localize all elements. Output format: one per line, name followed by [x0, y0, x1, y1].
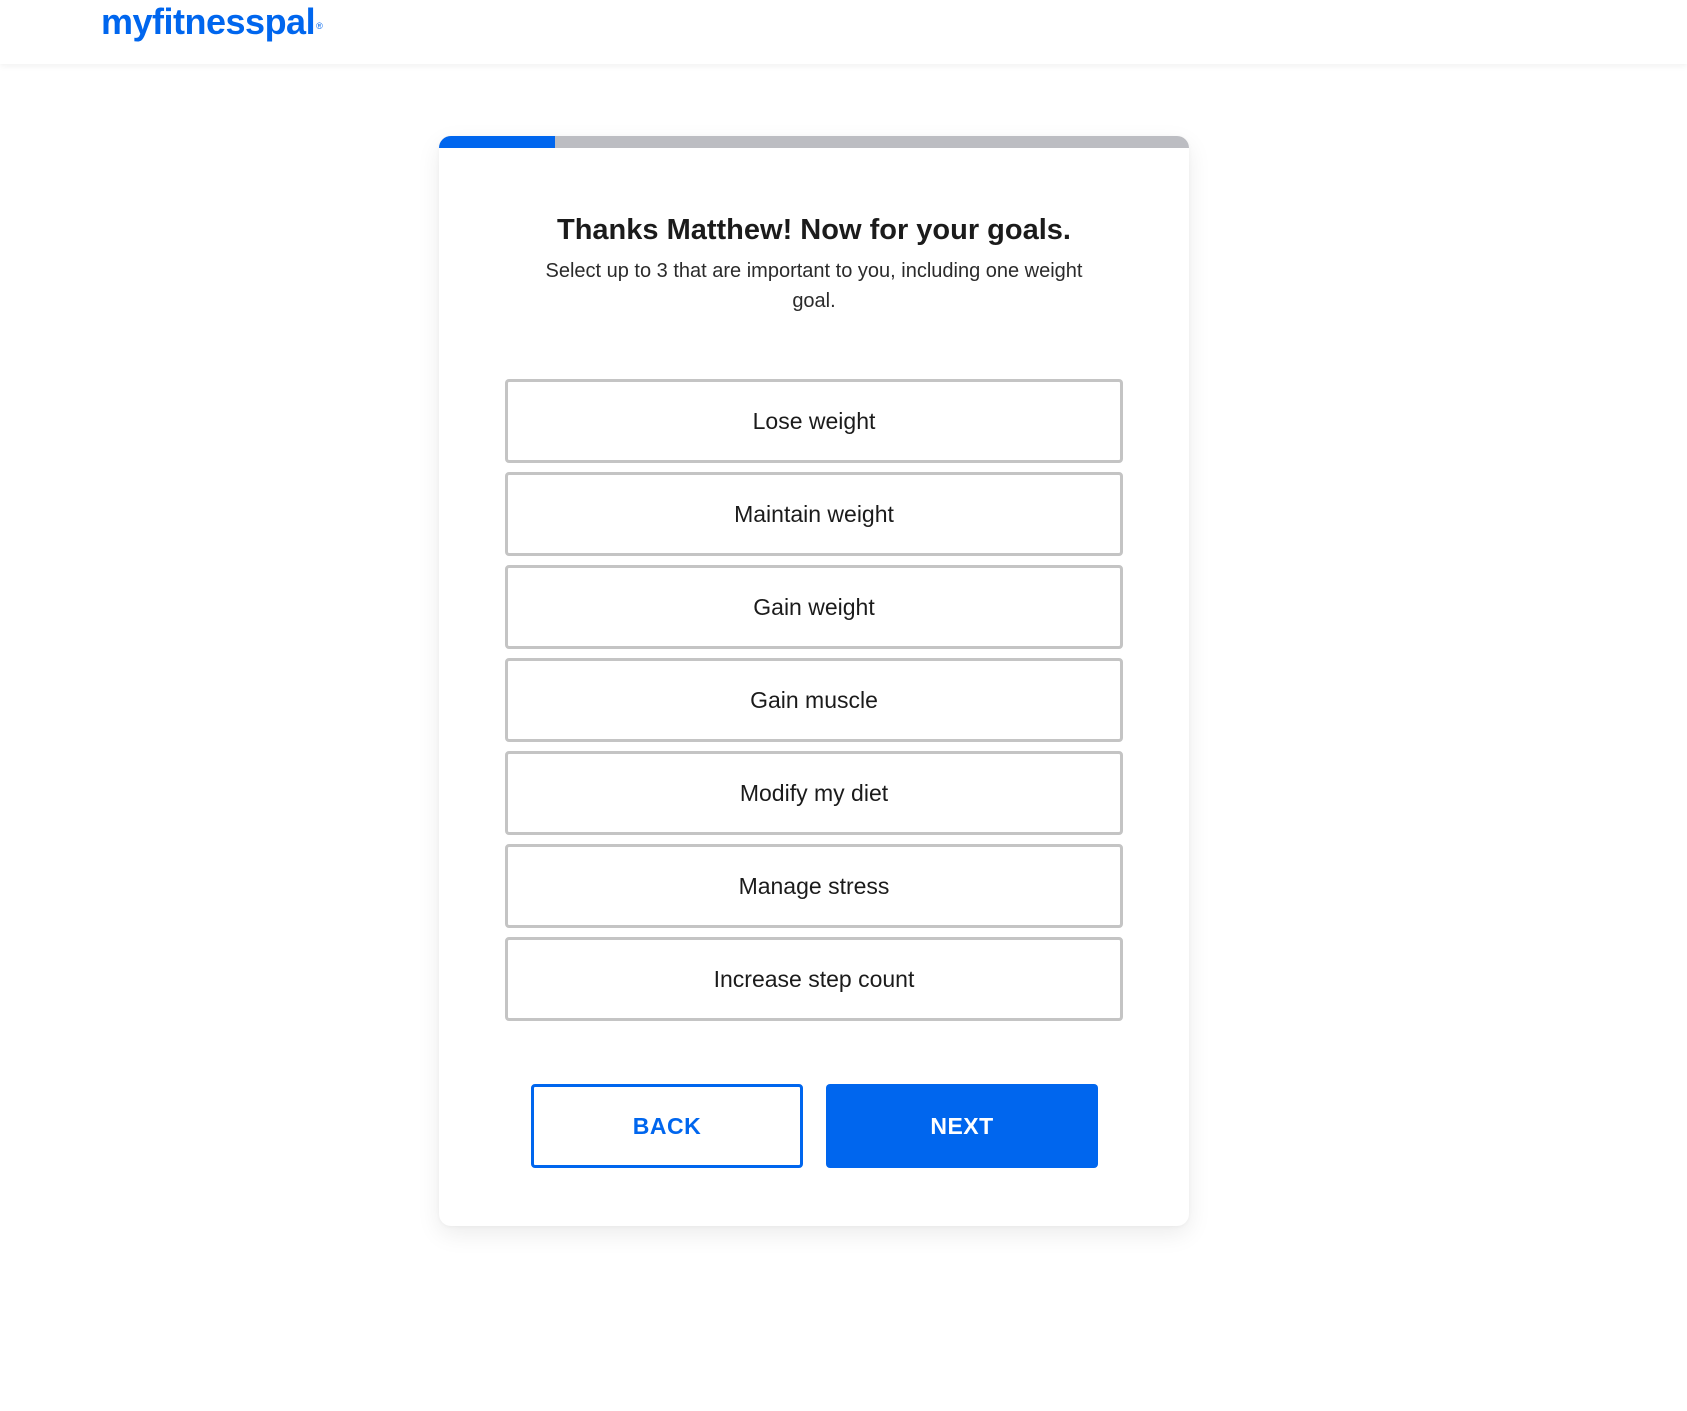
page-title: Thanks Matthew! Now for your goals.: [557, 214, 1071, 246]
progress-bar-fill: [439, 136, 556, 148]
back-button[interactable]: BACK: [531, 1084, 803, 1168]
goal-option-manage-stress[interactable]: Manage stress: [505, 844, 1123, 928]
goal-option-gain-muscle[interactable]: Gain muscle: [505, 658, 1123, 742]
registered-mark: ®: [316, 21, 323, 31]
goal-option-lose-weight[interactable]: Lose weight: [505, 379, 1123, 463]
goal-options-list: Lose weight Maintain weight Gain weight …: [505, 379, 1123, 1030]
top-bar: myfitnesspal®: [0, 0, 1687, 64]
logo[interactable]: myfitnesspal®: [101, 1, 323, 42]
goal-option-modify-diet[interactable]: Modify my diet: [505, 751, 1123, 835]
goal-option-gain-weight[interactable]: Gain weight: [505, 565, 1123, 649]
goal-option-increase-step-count[interactable]: Increase step count: [505, 937, 1123, 1021]
page-subtitle: Select up to 3 that are important to you…: [545, 260, 1083, 312]
progress-bar: [439, 136, 1189, 148]
goal-option-maintain-weight[interactable]: Maintain weight: [505, 472, 1123, 556]
next-button[interactable]: NEXT: [826, 1084, 1098, 1168]
goals-card: Thanks Matthew! Now for your goals. Sele…: [439, 136, 1189, 1226]
logo-text: myfitnesspal: [101, 1, 316, 42]
